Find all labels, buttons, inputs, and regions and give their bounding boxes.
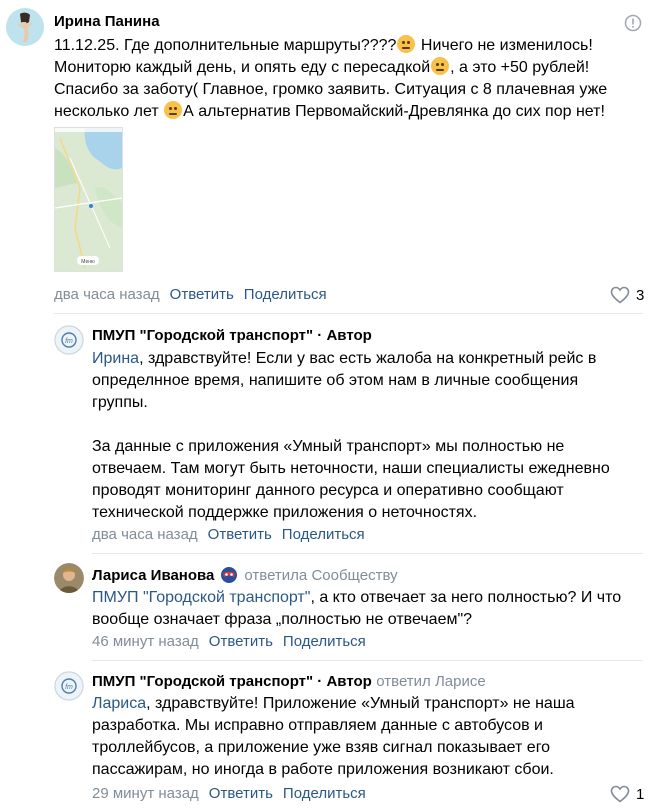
reply-author[interactable]: ПМУП "Городской транспорт"	[92, 327, 313, 344]
reply-text-line: технической поддержке приложения о неточ…	[92, 504, 478, 521]
avatar-community[interactable]: fm	[54, 671, 84, 701]
reply-header: ПМУП "Городской транспорт" · Автор	[92, 327, 372, 345]
comment-text-line: А альтернатив Первомайский-Древлянка до …	[183, 103, 605, 120]
gm-logo-icon: fm	[54, 325, 84, 355]
reply-text-line: , здравствуйте! Приложение «Умный трансп…	[146, 695, 575, 712]
like-count: 3	[636, 286, 645, 304]
share-button[interactable]: Поделиться	[283, 633, 366, 650]
divider	[92, 660, 643, 661]
avatar-community[interactable]: fm	[54, 325, 84, 355]
replied-to[interactable]: ответила Сообществу	[244, 567, 397, 584]
heart-icon	[610, 286, 630, 304]
replied-to[interactable]: ответил Ларисе	[376, 673, 485, 690]
comment-text-line: 11.12.25. Где дополнительные маршруты???…	[54, 37, 397, 54]
map-thumbnail[interactable]: Меню	[54, 127, 123, 272]
svg-text:fm: fm	[65, 338, 73, 345]
share-button[interactable]: Поделиться	[283, 785, 366, 802]
comment-text-line: несколько лет	[54, 103, 164, 120]
reply-text-line: За данные с приложения «Умный транспорт»…	[92, 438, 565, 455]
divider	[54, 313, 643, 314]
reply-text: Лариса, здравствуйте! Приложение «Умный …	[92, 693, 652, 781]
report-icon[interactable]	[624, 14, 642, 32]
like-button[interactable]: 1	[610, 785, 644, 803]
comment-text-line: Спасибо за заботу( Главное, громко заяви…	[54, 81, 608, 98]
avatar-irina[interactable]	[6, 8, 44, 46]
gm-logo-icon: fm	[54, 671, 84, 701]
mention-link[interactable]: Ирина	[92, 350, 139, 367]
reply-text-line: отвечаем. Там могут быть неточности, наш…	[92, 460, 610, 477]
comment-author[interactable]: Ирина Панина	[54, 13, 160, 30]
reply-button[interactable]: Ответить	[209, 785, 273, 802]
reply-text-line: , здравствуйте! Если у вас есть жалоба н…	[139, 350, 597, 367]
reply-text-line: троллейбусов, а приложение уже взяв сигн…	[92, 739, 551, 756]
reply-text-line: , а кто отвечает за него полностью? И чт…	[310, 589, 622, 606]
reply-text-line: определнное время, напишите об этом нам …	[92, 372, 579, 389]
reply-actions: 46 минут назад Ответить Поделиться	[92, 633, 366, 650]
reply-text: ПМУП "Городской транспорт", а кто отвеча…	[92, 587, 652, 631]
reply-text-line: разработка. Мы исправно отправляем данны…	[92, 717, 543, 734]
author-badge: · Автор	[313, 673, 372, 690]
reply-actions: 29 минут назад Ответить Поделиться	[92, 785, 366, 802]
author-badge: · Автор	[313, 327, 372, 344]
reply-header: Лариса Иванова ответила Сообществу	[92, 566, 398, 584]
like-count: 1	[636, 785, 645, 803]
svg-text:fm: fm	[65, 684, 73, 691]
reply-button[interactable]: Ответить	[208, 526, 272, 543]
reply-time: 29 минут назад	[92, 785, 199, 802]
mention-link[interactable]: ПМУП "Городской транспорт"	[92, 589, 310, 606]
share-button[interactable]: Поделиться	[282, 526, 365, 543]
reply-time: два часа назад	[92, 526, 198, 543]
reply-text-line: группы.	[92, 394, 148, 411]
sad-emoji-icon	[164, 101, 183, 119]
mask-badge-icon	[220, 566, 238, 584]
avatar-larisa[interactable]	[54, 563, 84, 593]
mention-link[interactable]: Лариса	[92, 695, 146, 712]
comment-actions: два часа назад Ответить Поделиться	[54, 286, 327, 303]
reply-time: 46 минут назад	[92, 633, 199, 650]
reply-button[interactable]: Ответить	[209, 633, 273, 650]
reply-text-line: вообще означает фраза „полностью не отве…	[92, 611, 473, 628]
share-button[interactable]: Поделиться	[244, 286, 327, 303]
reply-author[interactable]: Лариса Иванова	[92, 567, 214, 584]
comment-text: 11.12.25. Где дополнительные маршруты???…	[54, 35, 654, 123]
reply-actions: два часа назад Ответить Поделиться	[92, 526, 365, 543]
comment-text-line: , а это +50 рублей!	[450, 59, 590, 76]
comment-time: два часа назад	[54, 286, 160, 303]
comment-text-line: Мониторю каждый день, и опять еду с пере…	[54, 59, 431, 76]
like-button[interactable]: 3	[610, 286, 644, 304]
divider	[92, 553, 643, 554]
reply-text: Ирина, здравствуйте! Если у вас есть жал…	[92, 348, 652, 524]
reply-text-line: пассажирам, но иногда в работе приложени…	[92, 761, 554, 778]
grimace-emoji-icon	[431, 57, 450, 75]
heart-icon	[610, 785, 630, 803]
reply-button[interactable]: Ответить	[170, 286, 234, 303]
reply-text-line: проводят мониторинг данного ресурса и оп…	[92, 482, 564, 499]
comment-text-line: Ничего не изменилось!	[416, 37, 593, 54]
reply-author[interactable]: ПМУП "Городской транспорт"	[92, 673, 313, 690]
map-menu-button[interactable]: Меню	[81, 259, 95, 265]
thinking-emoji-icon	[397, 35, 416, 53]
reply-header: ПМУП "Городской транспорт" · Автор ответ…	[92, 673, 486, 691]
